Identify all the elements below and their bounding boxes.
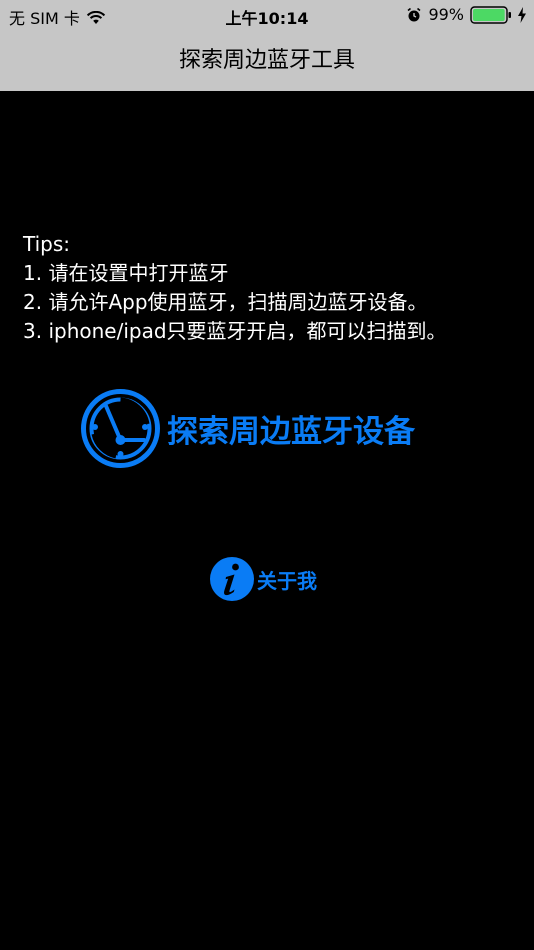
top-bar: 无 SIM 卡 上午10:14 99% 探索周边蓝牙工具	[0, 0, 534, 91]
scan-bluetooth-button[interactable]: 探索周边蓝牙设备	[80, 388, 415, 469]
alarm-icon	[406, 7, 422, 23]
tips-block: Tips: 1. 请在设置中打开蓝牙 2. 请允许App使用蓝牙，扫描周边蓝牙设…	[23, 230, 447, 346]
status-right: 99%	[406, 5, 526, 24]
tip-line-3: 3. iphone/ipad只要蓝牙开启，都可以扫描到。	[23, 319, 447, 343]
tips-heading: Tips:	[23, 232, 71, 256]
about-me-label[interactable]: 关于我	[257, 565, 317, 594]
info-icon[interactable]	[209, 556, 255, 602]
scan-bluetooth-label[interactable]: 探索周边蓝牙设备	[167, 406, 415, 451]
radar-icon[interactable]	[80, 388, 161, 469]
page-title: 探索周边蓝牙工具	[178, 48, 355, 73]
tip-line-1: 1. 请在设置中打开蓝牙	[23, 261, 229, 285]
status-bar: 无 SIM 卡 上午10:14 99%	[0, 0, 534, 30]
charging-icon	[518, 6, 526, 23]
tip-line-2: 2. 请允许App使用蓝牙，扫描周边蓝牙设备。	[23, 290, 428, 314]
about-me-button[interactable]: 关于我	[209, 556, 317, 602]
battery-icon	[470, 5, 512, 24]
battery-percent: 99%	[428, 5, 464, 24]
app-screen: 无 SIM 卡 上午10:14 99% 探索周边蓝牙工具 Tips: 1. 请在…	[0, 0, 534, 950]
